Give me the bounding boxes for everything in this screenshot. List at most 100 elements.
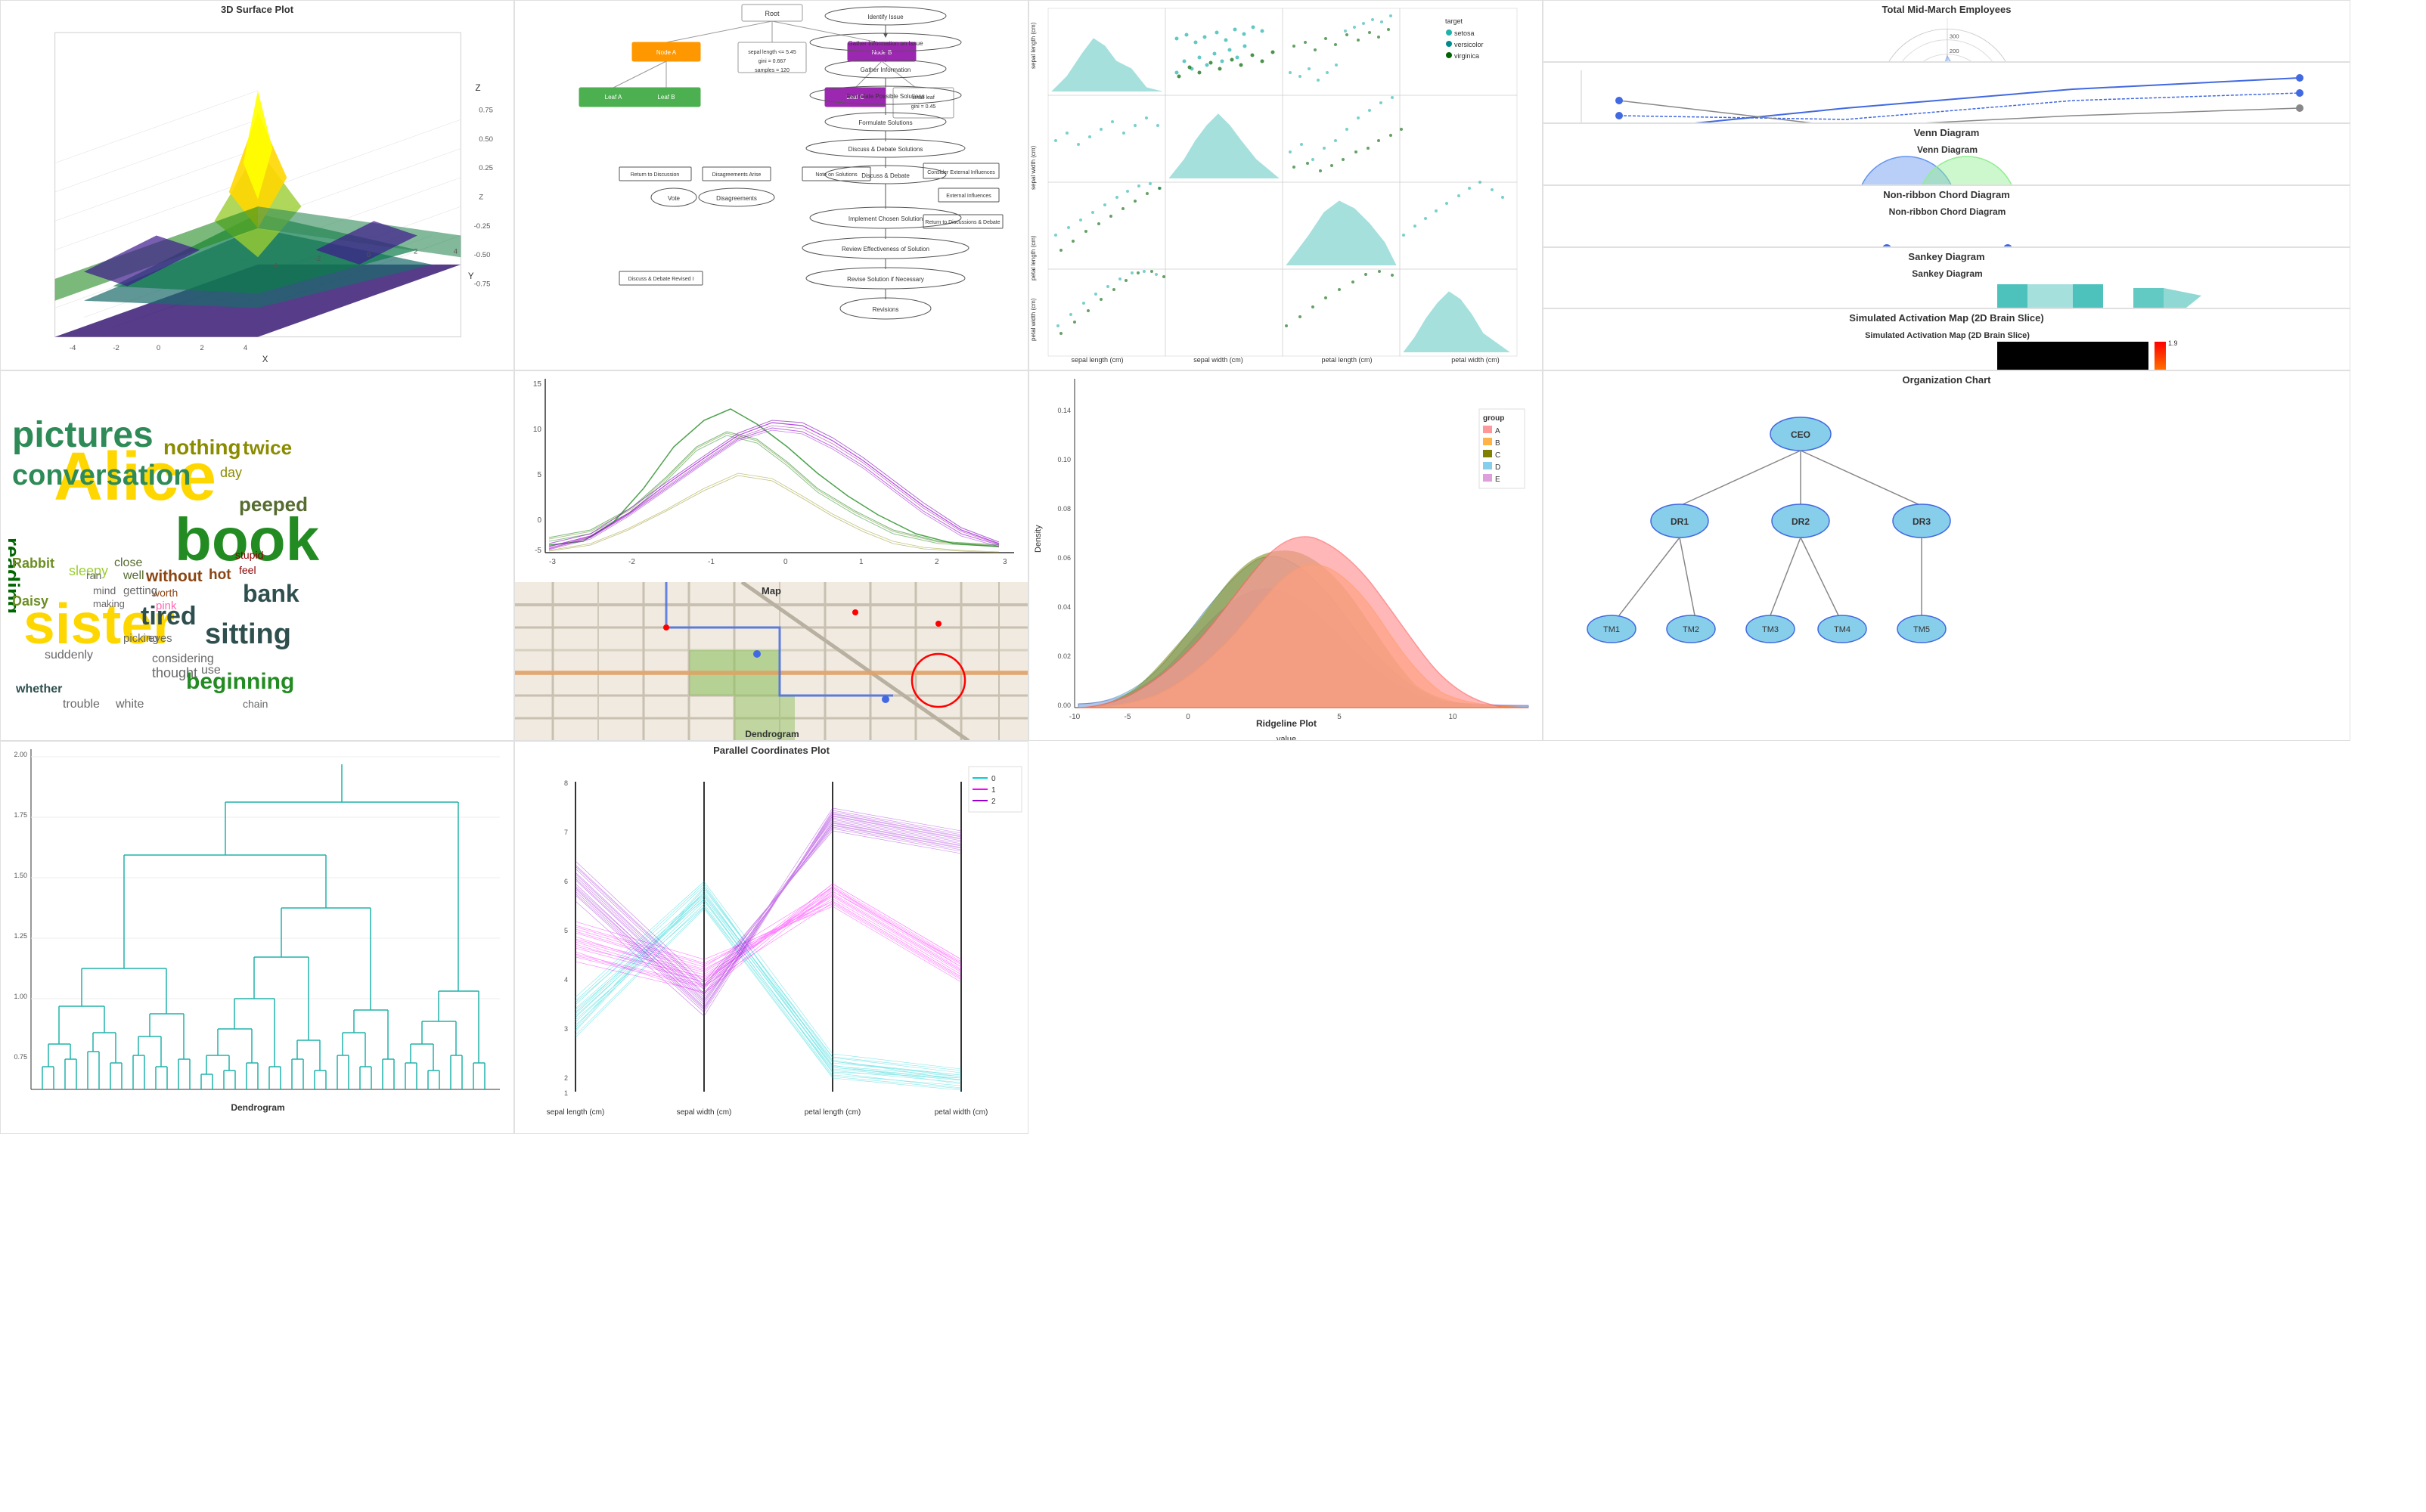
svg-text:0.00: 0.00 — [1057, 702, 1071, 709]
sankey-svg: Sankey Diagram — [1543, 265, 2350, 309]
svg-text:1: 1 — [859, 558, 864, 566]
svg-text:Identify Issue: Identify Issue — [867, 14, 904, 20]
svg-text:sepal length (cm): sepal length (cm) — [1071, 356, 1123, 364]
surface-plot-title: 3D Surface Plot — [1, 1, 513, 18]
svg-text:Disagreements Arise: Disagreements Arise — [712, 172, 762, 178]
svg-text:1.25: 1.25 — [14, 932, 27, 940]
svg-text:Venn Diagram: Venn Diagram — [1917, 144, 1978, 155]
svg-text:C: C — [1495, 451, 1500, 460]
svg-text:TM2: TM2 — [1683, 625, 1699, 634]
svg-text:Z: Z — [479, 194, 483, 202]
svg-text:0: 0 — [783, 558, 788, 566]
svg-text:1.50: 1.50 — [14, 872, 27, 879]
svg-text:Vote: Vote — [668, 195, 681, 202]
svg-text:virginica: virginica — [1454, 52, 1479, 60]
org-chart-cell: Organization Chart CEO DR1 DR2 DR3 — [1543, 370, 2350, 741]
svg-text:4: 4 — [564, 976, 568, 984]
word-cloud-svg: Alice sister book pictures conversation … — [8, 379, 514, 741]
svg-text:DR1: DR1 — [1671, 516, 1689, 527]
org-chart-title: Organization Chart — [1543, 371, 2350, 389]
svg-text:0: 0 — [991, 775, 996, 783]
svg-text:nothing: nothing — [163, 435, 241, 459]
svg-text:0.08: 0.08 — [1057, 505, 1071, 513]
svg-text:sepal width (cm): sepal width (cm) — [1193, 356, 1243, 364]
svg-text:0.14: 0.14 — [1057, 407, 1071, 414]
svg-text:Discuss & Debate Solutions: Discuss & Debate Solutions — [848, 146, 923, 153]
svg-text:0.02: 0.02 — [1057, 652, 1071, 660]
svg-text:B: B — [1495, 439, 1500, 448]
svg-text:Leaf B: Leaf B — [657, 94, 675, 101]
surface-plot-svg: X Y Z 0.75 0.50 0.25 Z -0.25 -0.50 -0.75… — [1, 18, 514, 366]
svg-text:target: target — [1445, 17, 1463, 25]
svg-text:thought: thought — [152, 665, 197, 680]
svg-text:15: 15 — [533, 380, 542, 389]
pair-plot-svg: sepal length (cm) sepal width (cm) petal… — [1029, 1, 1543, 370]
brain-svg: Simulated Activation Map (2D Brain Slice… — [1543, 327, 2350, 370]
svg-text:pink: pink — [156, 600, 177, 612]
parallel-svg: sepal length (cm) sepal width (cm) petal… — [515, 759, 1028, 1129]
svg-text:-2: -2 — [628, 558, 635, 566]
svg-text:8: 8 — [564, 779, 568, 787]
svg-text:getting: getting — [123, 584, 157, 597]
svg-text:well: well — [123, 569, 144, 582]
svg-text:gini = 0.45: gini = 0.45 — [911, 104, 936, 110]
dendrogram-cell: Dendrogram 2.00 1.75 1.50 1.25 1.00 0.75 — [0, 741, 514, 1134]
svg-text:samples = 120: samples = 120 — [755, 68, 790, 73]
parallel-coords-cell: Parallel Coordinates Plot sepal length (… — [514, 741, 1028, 1134]
svg-text:Dendrogram: Dendrogram — [745, 729, 799, 739]
svg-text:200: 200 — [1950, 48, 1959, 54]
dashboard: 3D Surface Plot — [0, 0, 2426, 1512]
venn-svg: Venn Diagram Set A Set B 11 2 8 1 — [1543, 141, 2350, 185]
svg-text:1: 1 — [564, 1089, 568, 1097]
svg-text:Discuss & Debate: Discuss & Debate — [861, 172, 910, 179]
svg-text:Daisy: Daisy — [12, 593, 48, 609]
bump-svg — [1543, 63, 2350, 124]
svg-text:0: 0 — [1186, 713, 1190, 721]
svg-text:0: 0 — [367, 251, 371, 259]
svg-text:TM5: TM5 — [1913, 625, 1930, 634]
svg-text:10: 10 — [1448, 713, 1457, 721]
svg-text:0.50: 0.50 — [479, 135, 493, 144]
svg-text:Node A: Node A — [656, 49, 677, 56]
svg-text:sitting: sitting — [205, 618, 291, 650]
svg-text:Node B: Node B — [872, 49, 892, 56]
svg-text:Revisions: Revisions — [873, 306, 899, 313]
svg-text:TM4: TM4 — [1834, 625, 1851, 634]
svg-text:CEO: CEO — [1791, 429, 1810, 440]
svg-text:Rabbit: Rabbit — [12, 556, 54, 571]
svg-text:sepal width (cm): sepal width (cm) — [677, 1108, 732, 1117]
svg-text:sepal length <= 5.45: sepal length <= 5.45 — [748, 50, 796, 55]
svg-text:stupid: stupid — [235, 549, 263, 561]
svg-text:Consider External Influences: Consider External Influences — [927, 170, 995, 175]
svg-text:2: 2 — [414, 247, 417, 256]
svg-text:ran: ran — [86, 569, 101, 581]
svg-text:petal width (cm): petal width (cm) — [1451, 356, 1500, 364]
svg-text:-3: -3 — [549, 558, 556, 566]
svg-text:5: 5 — [564, 927, 568, 934]
svg-text:-0.25: -0.25 — [474, 222, 491, 231]
dendrogram-svg: Dendrogram 2.00 1.75 1.50 1.25 1.00 0.75 — [1, 742, 514, 1120]
svg-text:Return to Discussion: Return to Discussion — [631, 172, 680, 178]
svg-text:0.75: 0.75 — [14, 1053, 27, 1061]
svg-text:pictures: pictures — [12, 415, 154, 455]
svg-text:Simulated Activation Map (2D B: Simulated Activation Map (2D Brain Slice… — [1865, 331, 2030, 340]
svg-text:close: close — [114, 556, 142, 569]
svg-text:2: 2 — [564, 1074, 568, 1082]
svg-text:-5: -5 — [1125, 713, 1131, 721]
svg-text:mind: mind — [93, 584, 116, 596]
svg-text:0.06: 0.06 — [1057, 554, 1071, 562]
svg-text:0.04: 0.04 — [1057, 603, 1071, 611]
svg-text:Leaf A: Leaf A — [605, 94, 622, 101]
svg-text:-10: -10 — [1069, 713, 1081, 721]
chord-title: Non-ribbon Chord Diagram — [1543, 186, 2350, 203]
svg-text:Gather Information on Issue: Gather Information on Issue — [848, 40, 923, 47]
svg-text:Density: Density — [1034, 525, 1043, 553]
svg-text:Disagreements: Disagreements — [716, 195, 757, 202]
svg-text:TM3: TM3 — [1762, 625, 1779, 634]
svg-text:making: making — [93, 598, 125, 609]
svg-text:2.00: 2.00 — [14, 751, 27, 758]
surface-plot-cell: 3D Surface Plot — [0, 0, 514, 370]
svg-text:petal length (cm): petal length (cm) — [1321, 356, 1372, 364]
svg-text:300: 300 — [1950, 33, 1959, 40]
ridgeline-svg: Ridgeline Plot Density value -10 -5 0 5 … — [1029, 371, 1543, 741]
